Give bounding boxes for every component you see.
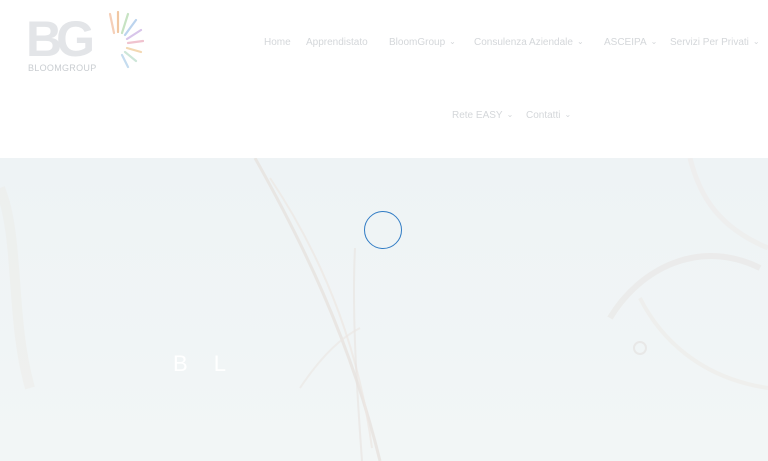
chevron-down-icon: ⌄ xyxy=(449,37,456,46)
nav-item-label: Consulenza Aziendale xyxy=(474,37,573,48)
nav-item-asceipa[interactable]: ASCEIPA ⌄ xyxy=(604,37,657,48)
nav-item-home[interactable]: Home xyxy=(264,37,291,48)
chevron-down-icon: ⌄ xyxy=(752,37,760,46)
nav-item-contatti[interactable]: Contatti ⌄ xyxy=(526,110,571,121)
chevron-down-icon: ⌄ xyxy=(650,37,658,46)
nav-item-apprendistato[interactable]: Apprendistato xyxy=(306,37,368,48)
hero-background-image xyxy=(0,158,768,461)
nav-item-label: Apprendistato xyxy=(306,37,368,48)
hero-title: B L xyxy=(173,351,227,376)
chevron-down-icon: ⌄ xyxy=(564,110,572,119)
nav-item-rete-easy[interactable]: Rete EASY ⌄ xyxy=(452,110,513,121)
chevron-down-icon: ⌄ xyxy=(506,110,514,119)
nav-item-label: ASCEIPA xyxy=(604,37,647,48)
nav-item-bloomgroup[interactable]: BloomGroup ⌄ xyxy=(389,37,456,48)
bloomgroup-logo[interactable]: BG BLOOMGROUP xyxy=(26,6,144,76)
nav-item-consulenza-aziendale[interactable]: Consulenza Aziendale ⌄ xyxy=(474,37,584,48)
nav-item-label: BloomGroup xyxy=(389,37,446,48)
nav-item-label: Contatti xyxy=(526,110,561,121)
nav-item-label: Servizi Per Privati xyxy=(670,37,749,48)
nav-item-label: Home xyxy=(264,37,291,48)
site-header: BG BLOOMGROUP Home Apprendistato BloomGr… xyxy=(0,0,768,158)
loading-spinner-icon xyxy=(364,211,402,249)
nav-item-servizi-per-privati[interactable]: Servizi Per Privati ⌄ xyxy=(670,37,760,48)
hero-banner: B L xyxy=(0,158,768,461)
logo-wordmark: BLOOMGROUP xyxy=(28,63,97,73)
logo-letters: BG xyxy=(26,11,92,67)
nav-item-label: Rete EASY xyxy=(452,110,503,121)
chevron-down-icon: ⌄ xyxy=(576,37,584,46)
